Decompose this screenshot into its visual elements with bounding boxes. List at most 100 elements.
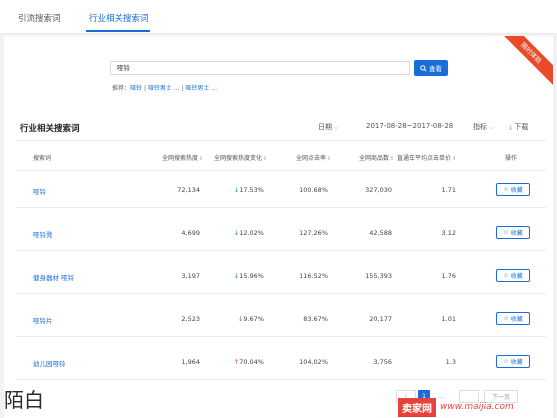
row-divider (16, 293, 546, 294)
header-goods-label: 全网商品数 (359, 155, 390, 162)
star-icon: ☆ (503, 186, 509, 193)
search-button-label: 查看 (429, 65, 442, 73)
divider (16, 140, 546, 141)
watermark-left: 陌白 (4, 388, 44, 412)
watermark-right: 卖家网 www.maijia.com (398, 396, 557, 418)
popularity-value: 1,964 (181, 358, 200, 366)
popularity-change: ↓9.67% (238, 315, 264, 323)
search-input[interactable]: 哑铃 (110, 61, 410, 75)
favorite-label: 收藏 (510, 230, 523, 237)
keyword-link[interactable]: 健身器材 哑铃 (33, 272, 74, 282)
active-tab-indicator (86, 30, 150, 32)
header-ctr-label: 全网点击率 (296, 155, 327, 162)
star-icon: ☆ (503, 229, 509, 236)
tab-bar: 引流搜索词 行业相关搜索词 (0, 0, 557, 34)
watermark-logo: 卖家网 (398, 397, 436, 417)
popularity-change-value: 15.96% (239, 272, 264, 280)
popularity-value: 3,197 (181, 272, 200, 280)
popularity-value: 4,699 (181, 229, 200, 237)
ctr-value: 116.52% (299, 272, 328, 280)
goods-value: 327,030 (365, 186, 392, 194)
popularity-change: ↓17.53% (234, 186, 264, 194)
header-popularity-change-label: 全网搜索热度变化 (214, 155, 263, 162)
keyword-link[interactable]: 哑铃凳 (33, 229, 53, 239)
date-label: 日期 (318, 123, 332, 131)
header-popularity-change[interactable]: 全网搜索热度变化⇕ (214, 153, 267, 162)
row-divider (16, 250, 546, 251)
download-button[interactable]: ⤓ 下载 (509, 122, 528, 132)
metric-label: 指标 (473, 123, 487, 131)
header-cpc[interactable]: 直通车平均点击单价⇕ (397, 153, 456, 162)
popularity-value: 2,523 (181, 315, 200, 323)
favorite-label: 收藏 (510, 316, 523, 323)
sort-icon: ⇕ (390, 156, 395, 162)
cpc-value: 1.71 (441, 186, 456, 194)
cpc-value: 1.76 (441, 272, 456, 280)
goods-value: 20,177 (369, 315, 392, 323)
popularity-change: ↑70.04% (234, 358, 264, 366)
tab-traffic-keywords[interactable]: 引流搜索词 (18, 12, 61, 24)
search-button[interactable]: 查看 (414, 60, 448, 76)
sort-icon: ⇕ (263, 156, 268, 162)
recommend-link[interactable]: 哑铃男士 ... (185, 85, 217, 92)
favorite-button[interactable]: ☆ 收藏 (496, 226, 530, 239)
recommend-link[interactable]: 哑铃男士 ... (148, 85, 180, 92)
row-divider (16, 379, 546, 380)
chevron-down-icon: ⌵ (489, 124, 494, 131)
popularity-value: 72,134 (177, 186, 200, 194)
clock-icon: ◷ (542, 40, 552, 50)
favorite-button[interactable]: ☆ 收藏 (496, 312, 530, 325)
favorite-button[interactable]: ☆ 收藏 (496, 355, 530, 368)
cpc-value: 3.12 (441, 229, 456, 237)
ctr-value: 83.67% (303, 315, 328, 323)
recommend-line: 推荐：哑铃 | 哑铃男士 ... | 哑铃男士 ... (112, 85, 217, 92)
sort-icon: ⇕ (327, 156, 332, 162)
date-range[interactable]: 2017-08-28~2017-08-28 (366, 122, 453, 130)
goods-value: 42,588 (369, 229, 392, 237)
search-icon (420, 64, 427, 72)
favorite-button[interactable]: ☆ 收藏 (496, 183, 530, 196)
row-divider (16, 207, 546, 208)
popularity-change-value: 9.67% (243, 315, 264, 323)
header-goods[interactable]: 全网商品数⇕ (359, 153, 394, 162)
favorite-button[interactable]: ☆ 收藏 (496, 269, 530, 282)
header-keyword: 搜索词 (33, 155, 52, 162)
goods-value: 3,756 (373, 358, 392, 366)
section-title: 行业相关搜索词 (20, 124, 80, 134)
download-label: 下载 (514, 123, 529, 131)
ctr-value: 127.26% (299, 229, 328, 237)
keyword-link[interactable]: 幼儿园哑铃 (33, 358, 66, 368)
recommend-link[interactable]: 哑铃 (130, 85, 142, 92)
cpc-value: 1.3 (445, 358, 456, 366)
popularity-change-value: 70.04% (239, 358, 264, 366)
popularity-change: ↓15.96% (234, 272, 264, 280)
sort-icon: ⇕ (452, 156, 457, 162)
goods-value: 155,393 (365, 272, 392, 280)
favorite-label: 收藏 (510, 273, 523, 280)
divider (16, 170, 546, 171)
metric-dropdown[interactable]: 指标 ⌵ (473, 122, 494, 132)
download-icon: ⤓ (509, 123, 513, 131)
header-action: 操作 (505, 155, 518, 162)
date-dropdown[interactable]: 日期 ⌵ (318, 122, 339, 132)
watermark-url: www.maijia.com (440, 402, 514, 412)
keyword-link[interactable]: 哑铃 (33, 186, 46, 196)
row-divider (16, 336, 546, 337)
popularity-change-value: 12.02% (239, 229, 264, 237)
ctr-value: 100.68% (299, 186, 328, 194)
tab-industry-keywords[interactable]: 行业相关搜索词 (89, 12, 149, 24)
popularity-change-value: 17.53% (239, 186, 264, 194)
header-popularity-label: 全网搜索热度 (162, 155, 199, 162)
star-icon: ☆ (503, 358, 509, 365)
star-icon: ☆ (503, 272, 509, 279)
main-card: 限时体验 ◷ 哑铃 查看 推荐：哑铃 | 哑铃男士 ... | 哑铃男士 ...… (4, 36, 553, 418)
header-cpc-label: 直通车平均点击单价 (397, 155, 452, 162)
cpc-value: 1.01 (441, 315, 456, 323)
keyword-link[interactable]: 哑铃片 (33, 315, 53, 325)
header-popularity[interactable]: 全网搜索热度⇕ (162, 153, 203, 162)
popularity-change: ↓12.02% (234, 229, 264, 237)
star-icon: ☆ (503, 315, 509, 322)
favorite-label: 收藏 (510, 187, 523, 194)
recommend-prefix: 推荐： (112, 85, 131, 92)
header-ctr[interactable]: 全网点击率⇕ (296, 153, 331, 162)
